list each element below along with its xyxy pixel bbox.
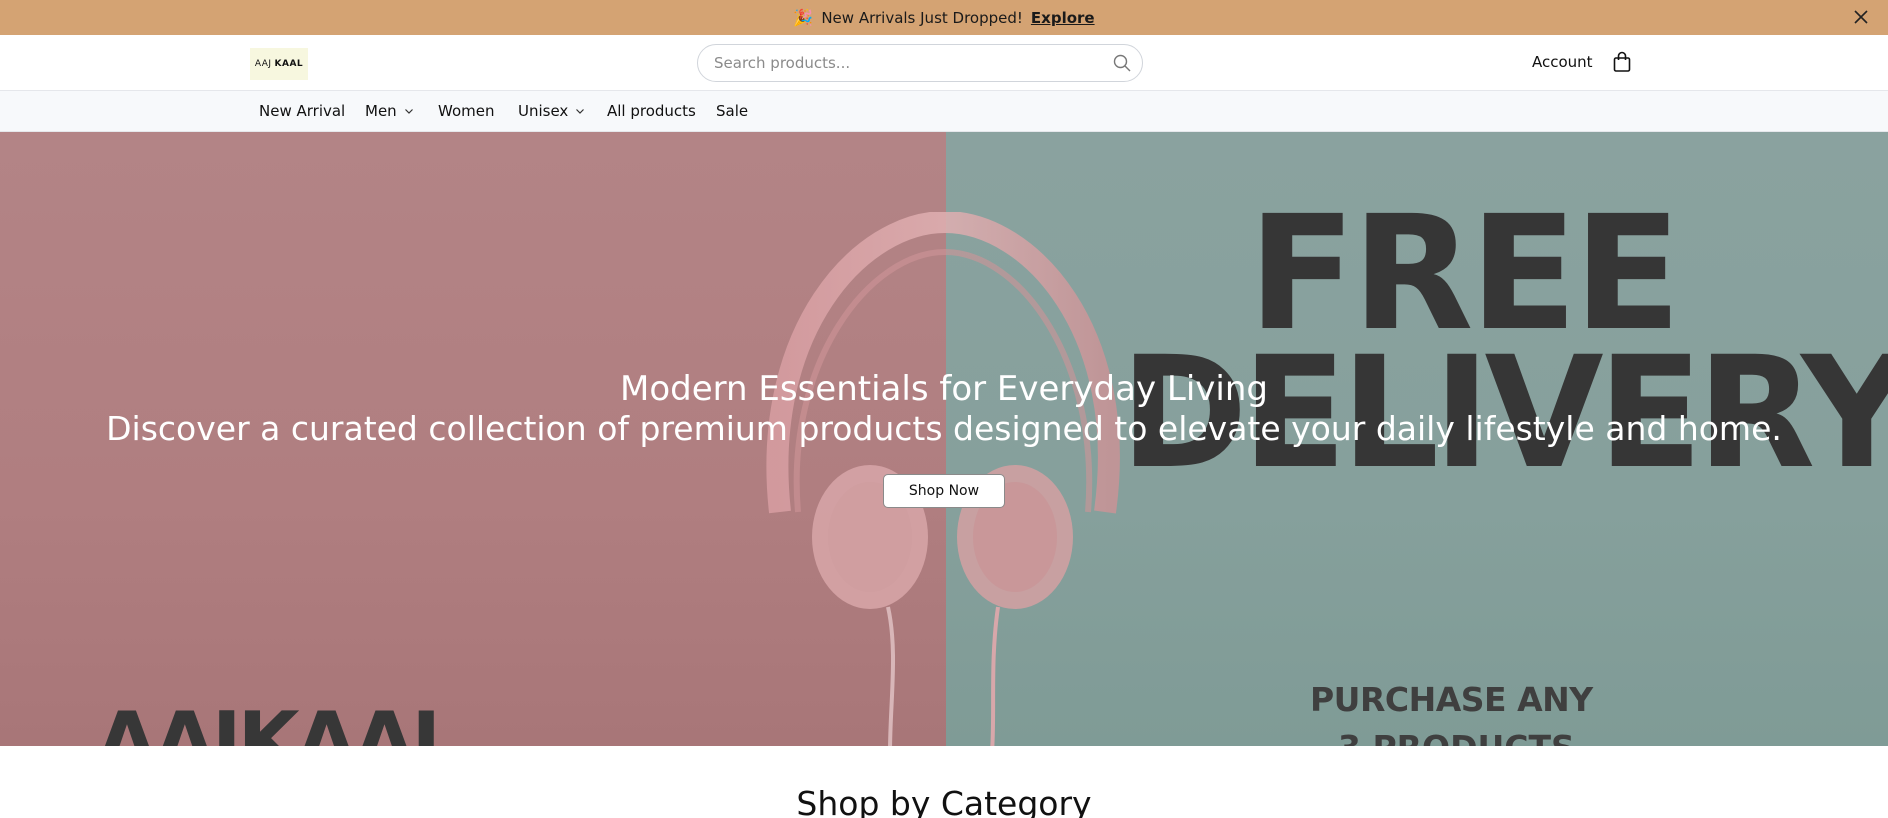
banner-products-text: 3 PRODUCTS xyxy=(1338,728,1575,746)
nav-item-new-arrival[interactable]: New Arrival xyxy=(259,102,345,120)
nav-item-label: Women xyxy=(438,102,495,120)
nav-item-sale[interactable]: Sale xyxy=(716,102,748,120)
nav-item-all-products[interactable]: All products xyxy=(607,102,696,120)
explore-link[interactable]: Explore xyxy=(1031,9,1095,27)
site-logo[interactable]: AAJ KAAL xyxy=(250,48,308,80)
search-input[interactable] xyxy=(714,54,1094,72)
announcement-text: New Arrivals Just Dropped! xyxy=(821,8,1023,27)
chevron-down-icon xyxy=(404,109,413,114)
nav-item-label: New Arrival xyxy=(259,102,346,120)
search-bar xyxy=(697,44,1143,82)
nav-item-label: Unisex xyxy=(518,102,569,120)
nav-item-label: All products xyxy=(607,102,696,120)
hero-title: Modern Essentials for Everyday Living xyxy=(620,369,1268,409)
search-icon[interactable] xyxy=(1112,53,1132,73)
main-nav: New Arrival Men Women Unisex All product… xyxy=(0,91,1888,132)
chevron-down-icon xyxy=(576,109,585,114)
nav-item-label: Sale xyxy=(716,102,749,120)
announcement-bar: 🎉 New Arrivals Just Dropped! Explore xyxy=(0,0,1888,35)
logo-bold: KAAL xyxy=(274,59,304,69)
hero-subtitle: Discover a curated collection of premium… xyxy=(106,409,1782,448)
nav-item-men[interactable]: Men xyxy=(365,102,415,120)
logo-prefix: AAJ xyxy=(254,59,272,69)
nav-item-women[interactable]: Women xyxy=(438,102,494,120)
banner-brand-mark: AAJKAAL xyxy=(96,695,462,747)
hero-banner: FREE DELIVERY PURCHASE ANY 3 PRODUCTS AA… xyxy=(0,132,1888,746)
site-header: AAJ KAAL Account xyxy=(0,35,1888,91)
banner-purchase-text: PURCHASE ANY xyxy=(1310,680,1593,719)
close-icon[interactable] xyxy=(1852,8,1870,26)
shop-now-button[interactable]: Shop Now xyxy=(883,474,1005,508)
nav-item-label: Men xyxy=(365,102,397,120)
account-link[interactable]: Account xyxy=(1532,53,1593,71)
party-popper-icon: 🎉 xyxy=(793,8,814,27)
shopping-bag-icon[interactable] xyxy=(1612,51,1632,73)
shop-by-category-heading: Shop by Category xyxy=(796,784,1092,818)
nav-item-unisex[interactable]: Unisex xyxy=(518,102,586,120)
